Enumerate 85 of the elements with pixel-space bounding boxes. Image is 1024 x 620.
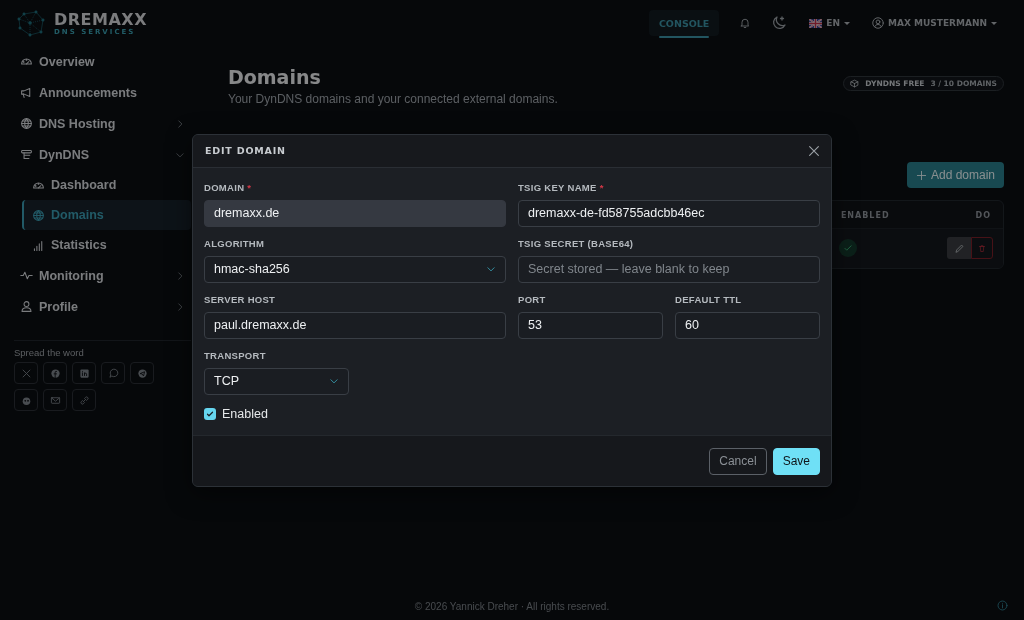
chevron-right-icon [175, 270, 185, 281]
share-button[interactable] [14, 362, 38, 384]
brand-name: DREMAXX [54, 10, 147, 28]
cancel-button[interactable]: Cancel [709, 447, 767, 475]
telegram-icon [136, 367, 148, 379]
pulse-icon [20, 269, 33, 282]
field-label: DOMAIN * [204, 181, 253, 193]
edit-button[interactable] [947, 237, 971, 259]
caret-icon [844, 21, 851, 25]
logo-icon [16, 8, 46, 38]
sidebar-item[interactable]: DynDNS [14, 139, 191, 170]
bar-chart-icon [32, 238, 45, 252]
page-title: Domains [228, 66, 322, 88]
input-field[interactable]: paul.dremaxx.de [204, 311, 506, 339]
share-button[interactable] [43, 389, 67, 411]
chevron-right-icon [175, 301, 185, 312]
sidebar-item[interactable]: Monitoring [14, 260, 191, 291]
plus-icon [915, 169, 927, 181]
input-field[interactable]: 53 [518, 311, 663, 339]
share-button[interactable] [101, 362, 125, 384]
page-subtitle: Your DynDNS domains and your connected external domains. [228, 92, 559, 106]
sidebar-item[interactable]: Announcements [14, 77, 191, 108]
trash-icon [978, 242, 986, 254]
field-label: TSIG SECRET (BASE64) [518, 237, 635, 249]
bell-icon[interactable] [739, 17, 752, 29]
column-header: ENABLED [840, 211, 890, 220]
checkbox[interactable] [204, 407, 216, 420]
user-icon [872, 17, 885, 29]
globe-icon [20, 117, 33, 130]
user-menu[interactable]: MAX MUSTERMANN [872, 17, 997, 29]
chevron-down-icon [486, 264, 496, 274]
reddit-icon [20, 394, 32, 406]
field-label: SERVER HOST [204, 293, 277, 305]
share-button[interactable] [14, 389, 38, 411]
globe-icon [32, 208, 45, 222]
caret-icon [991, 21, 997, 25]
field-label: TSIG KEY NAME * [518, 181, 605, 193]
select-field[interactable]: hmac-sha256 [204, 255, 506, 283]
share-button[interactable] [72, 389, 96, 411]
gauge-icon [20, 55, 33, 68]
person-icon [20, 300, 33, 313]
dialog-title: EDIT DOMAIN [205, 145, 286, 156]
input-field[interactable]: 60 [675, 311, 820, 339]
select-field[interactable]: TCP [204, 367, 349, 395]
whatsapp-icon [107, 367, 119, 379]
share-title: Spread the word [14, 347, 85, 358]
language-label: EN [826, 18, 841, 28]
box-icon [850, 79, 860, 88]
save-button[interactable]: Save [772, 447, 820, 475]
chevron-right-icon [175, 118, 185, 129]
field-label: TRANSPORT [204, 349, 267, 361]
sidebar-item[interactable]: Dashboard [22, 170, 191, 200]
flag-icon [809, 18, 823, 28]
moon-icon[interactable] [771, 15, 788, 31]
hierarchy-icon [20, 148, 33, 161]
field-label: DEFAULT TTL [675, 293, 743, 305]
input-field[interactable]: dremaxx-de-fd58755adcbb46ec [518, 199, 820, 227]
column-header: DO [975, 211, 991, 220]
footer-text: © 2026 Yannick Dreher · All rights reserved. [414, 600, 610, 612]
sidebar-item[interactable]: Statistics [22, 230, 191, 260]
linkedin-icon [78, 367, 90, 379]
field-label: ALGORITHM [204, 237, 266, 249]
share-button[interactable] [72, 362, 96, 384]
facebook-icon [49, 367, 61, 379]
language-menu[interactable]: EN [809, 18, 851, 28]
checkbox-label: Enabled [222, 406, 268, 421]
chevron-down-icon [329, 376, 339, 386]
link-icon [78, 394, 90, 406]
field-label: PORT [518, 293, 547, 305]
sidebar-item[interactable]: Profile [14, 291, 191, 322]
share-button[interactable] [130, 362, 154, 384]
close-icon [807, 143, 821, 158]
sidebar-item[interactable]: DNS Hosting [14, 108, 191, 139]
share-button[interactable] [43, 362, 67, 384]
mail-icon [49, 394, 61, 406]
pencil-icon [953, 242, 965, 254]
info-icon[interactable] [997, 600, 1008, 611]
close-button[interactable] [807, 143, 821, 158]
sidebar-item[interactable]: Overview [14, 46, 191, 77]
input-field[interactable]: Secret stored — leave blank to keep [518, 255, 820, 283]
x-logo-icon [20, 367, 32, 379]
user-name: MAX MUSTERMANN [888, 18, 987, 28]
delete-button[interactable] [971, 237, 993, 259]
megaphone-icon [20, 86, 33, 99]
add-domain-button[interactable]: Add domain [906, 162, 1004, 188]
